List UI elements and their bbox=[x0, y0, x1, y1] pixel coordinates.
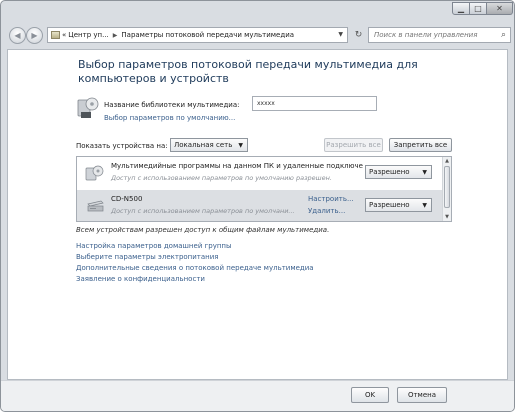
control-panel-folder-icon bbox=[51, 31, 60, 39]
device-access-value: Разрешено bbox=[369, 201, 410, 209]
media-programs-icon bbox=[85, 165, 104, 181]
chevron-down-icon: ▼ bbox=[422, 202, 427, 209]
close-button[interactable]: ✕ bbox=[487, 2, 513, 15]
address-segment-media-streaming[interactable]: Параметры потоковой передачи мультимедиа bbox=[121, 31, 294, 39]
scroll-thumb[interactable] bbox=[444, 166, 450, 208]
page-title: Выбор параметров потоковой передачи муль… bbox=[78, 58, 418, 85]
back-button[interactable]: ◀ bbox=[9, 27, 26, 44]
power-options-link[interactable]: Выберите параметры электропитания bbox=[76, 252, 314, 263]
device-row[interactable]: Мультимедийные программы на данном ПК и … bbox=[77, 157, 443, 189]
library-name-label: Название библиотеки мультимедиа: bbox=[104, 101, 240, 109]
address-bar[interactable]: « Центр уп... ▶ Параметры потоковой пере… bbox=[47, 27, 348, 43]
refresh-icon: ↻ bbox=[354, 30, 363, 40]
device-list: Мультимедийные программы на данном ПК и … bbox=[76, 156, 452, 222]
device-description: Доступ с использованием параметров по ум… bbox=[111, 174, 332, 182]
device-list-scrollbar[interactable]: ▲ ▼ bbox=[442, 157, 451, 221]
address-dropdown-icon[interactable]: ▼ bbox=[338, 31, 343, 38]
scroll-down-icon[interactable]: ▼ bbox=[443, 213, 451, 221]
breadcrumb-separator-icon[interactable]: ▶ bbox=[113, 32, 118, 39]
control-panel-window: ▁ □ ✕ ◀ ▶ « Центр уп... ▶ Параметры пото… bbox=[0, 0, 515, 412]
media-library-icon bbox=[77, 97, 99, 118]
device-row[interactable]: CD-N500 Доступ с использованием параметр… bbox=[77, 190, 443, 221]
access-note: Всем устройствам разрешен доступ к общим… bbox=[76, 226, 330, 234]
allow-all-button[interactable]: Разрешить все bbox=[324, 138, 383, 152]
media-streaming-info-link[interactable]: Дополнительные сведения о потоковой пере… bbox=[76, 263, 314, 274]
homegroup-settings-link[interactable]: Настройка параметров домашней группы bbox=[76, 241, 314, 252]
refresh-button[interactable]: ↻ bbox=[350, 27, 367, 43]
choose-defaults-link[interactable]: Выбор параметров по умолчанию... bbox=[104, 114, 235, 122]
chevron-down-icon: ▼ bbox=[238, 142, 243, 149]
cancel-button[interactable]: Отмена bbox=[397, 387, 447, 403]
device-description: Доступ с использованием параметров по ум… bbox=[111, 207, 295, 215]
address-segment-control-center[interactable]: Центр уп... bbox=[68, 31, 108, 39]
ok-button[interactable]: OK bbox=[351, 387, 389, 403]
library-name-input[interactable] bbox=[252, 96, 377, 111]
device-access-select[interactable]: Разрешено ▼ bbox=[365, 198, 432, 212]
search-input[interactable] bbox=[374, 31, 492, 39]
network-device-icon bbox=[87, 200, 104, 212]
search-icon[interactable]: ⌕ bbox=[501, 30, 506, 40]
device-name: CD-N500 bbox=[111, 195, 143, 203]
related-links: Настройка параметров домашней группы Выб… bbox=[76, 241, 314, 285]
search-box[interactable]: ⌕ bbox=[368, 27, 511, 43]
scroll-up-icon[interactable]: ▲ bbox=[443, 157, 451, 165]
forward-button[interactable]: ▶ bbox=[26, 27, 43, 44]
chevron-down-icon: ▼ bbox=[422, 169, 427, 176]
address-prefix[interactable]: « bbox=[62, 31, 66, 39]
device-name: Мультимедийные программы на данном ПК и … bbox=[111, 162, 363, 170]
back-arrow-icon: ◀ bbox=[14, 31, 21, 40]
show-devices-value: Локальная сеть bbox=[174, 141, 233, 149]
maximize-button[interactable]: □ bbox=[470, 2, 487, 15]
device-access-select[interactable]: Разрешено ▼ bbox=[365, 165, 432, 179]
privacy-statement-link[interactable]: Заявление о конфиденциальности bbox=[76, 274, 314, 285]
content-area: Выбор параметров потоковой передачи муль… bbox=[7, 49, 508, 380]
minimize-button[interactable]: ▁ bbox=[452, 2, 470, 15]
block-all-button[interactable]: Запретить все bbox=[389, 138, 452, 152]
close-icon: ✕ bbox=[496, 4, 503, 13]
remove-device-link[interactable]: Удалить... bbox=[308, 207, 345, 215]
forward-arrow-icon: ▶ bbox=[31, 31, 38, 40]
minimize-icon: ▁ bbox=[457, 4, 465, 13]
show-devices-select[interactable]: Локальная сеть ▼ bbox=[170, 138, 248, 152]
device-access-value: Разрешено bbox=[369, 168, 410, 176]
show-devices-label: Показать устройства на: bbox=[76, 142, 168, 150]
customize-device-link[interactable]: Настроить... bbox=[308, 195, 354, 203]
maximize-icon: □ bbox=[474, 4, 482, 13]
